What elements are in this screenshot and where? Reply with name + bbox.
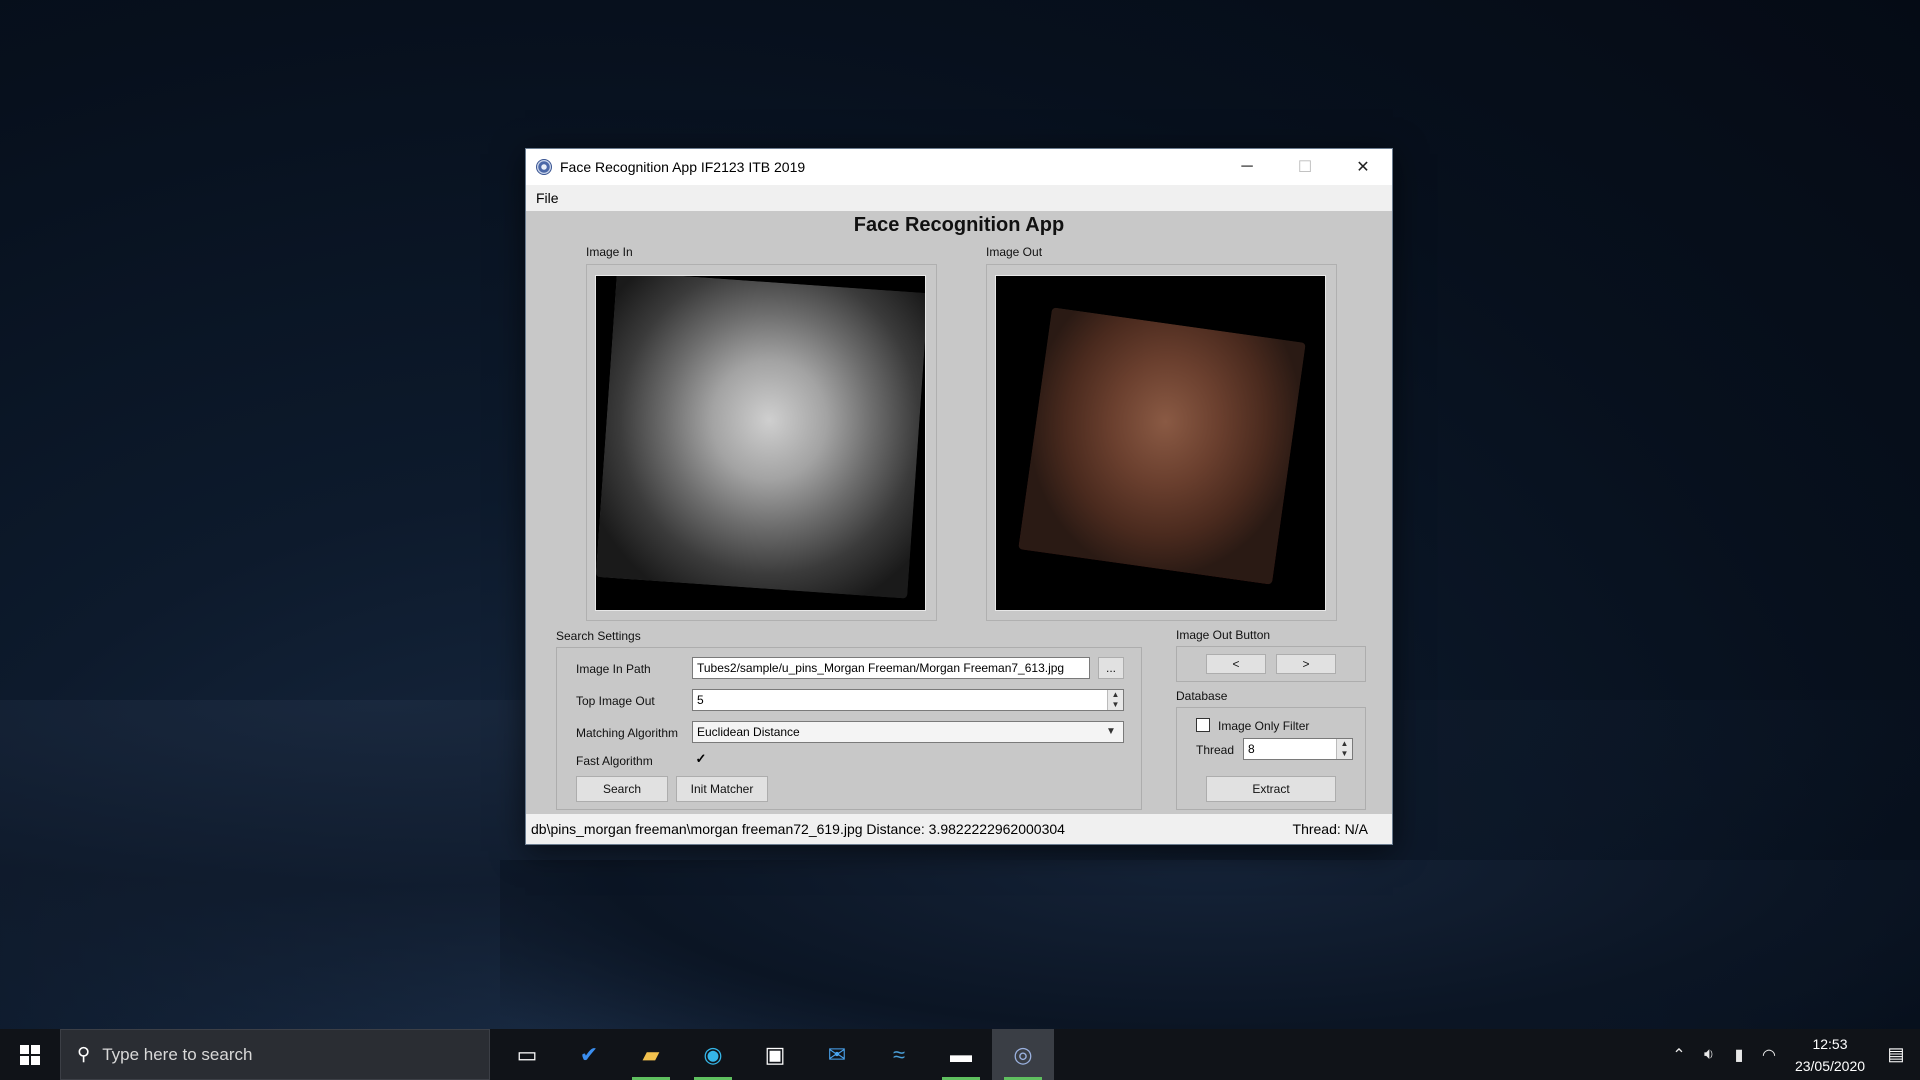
fast-algorithm-label: Fast Algorithm — [576, 754, 653, 768]
top-image-out-spinner[interactable]: ▲ ▼ — [1107, 690, 1123, 710]
matching-algorithm-select[interactable]: Euclidean Distance — [692, 721, 1124, 743]
image-only-filter-label: Image Only Filter — [1218, 719, 1310, 733]
dolphin-icon[interactable]: ≈ — [868, 1029, 930, 1080]
image-out-photo — [1018, 307, 1306, 585]
status-bar: db\pins_morgan freeman\morgan freeman72_… — [526, 814, 1392, 844]
prev-image-button[interactable]: < — [1206, 654, 1266, 674]
spin-down-icon[interactable]: ▼ — [1341, 749, 1349, 759]
status-thread: Thread: N/A — [1292, 821, 1368, 837]
chevron-down-icon[interactable]: ▼ — [1106, 726, 1116, 737]
matching-algorithm-label: Matching Algorithm — [576, 726, 679, 740]
maximize-button[interactable]: ☐ — [1276, 149, 1334, 185]
title-bar[interactable]: Face Recognition App IF2123 ITB 2019 ─ ☐… — [526, 149, 1392, 185]
task-view-icon[interactable]: ▭ — [496, 1029, 558, 1080]
notification-icon[interactable]: ▤ — [1872, 1044, 1920, 1065]
image-in-label: Image In — [586, 245, 633, 259]
image-out-button-panel — [1176, 646, 1366, 682]
window-title: Face Recognition App IF2123 ITB 2019 — [560, 159, 806, 175]
init-matcher-button[interactable]: Init Matcher — [676, 776, 768, 802]
image-in-frame — [586, 264, 937, 621]
volume-icon[interactable]: 🔉︎ — [1694, 1046, 1724, 1064]
mail-icon[interactable]: ✉ — [806, 1029, 868, 1080]
clock-time: 12:53 — [1812, 1035, 1848, 1052]
menu-bar: File — [526, 185, 1392, 211]
next-image-button[interactable]: > — [1276, 654, 1336, 674]
spin-down-icon[interactable]: ▼ — [1112, 700, 1120, 710]
image-out-label: Image Out — [986, 245, 1043, 259]
app-window: Face Recognition App IF2123 ITB 2019 ─ ☐… — [525, 148, 1393, 845]
top-image-out-label: Top Image Out — [576, 694, 655, 708]
status-result: db\pins_morgan freeman\morgan freeman72_… — [531, 821, 1065, 837]
face-app-icon[interactable]: ◎ — [992, 1029, 1054, 1080]
todo-icon[interactable]: ✔ — [558, 1029, 620, 1080]
spin-up-icon[interactable]: ▲ — [1112, 690, 1120, 700]
edge-icon[interactable]: ◉ — [682, 1029, 744, 1080]
main-content: Face Recognition App Image In Image Out … — [526, 211, 1392, 816]
thread-label: Thread — [1196, 743, 1235, 757]
system-tray: ⌃ 🔉︎ ▮ ◠ 12:53 23/05/2020 ▤ — [1664, 1029, 1920, 1080]
taskbar-search[interactable]: ⚲ Type here to search — [60, 1029, 490, 1080]
top-image-out-input[interactable]: 5 — [692, 689, 1124, 711]
app-icon — [536, 159, 552, 175]
clock-date: 23/05/2020 — [1794, 1057, 1866, 1074]
image-out-view — [995, 275, 1326, 611]
terminal-icon[interactable]: ▬ — [930, 1029, 992, 1080]
image-only-filter-checkbox[interactable] — [1196, 718, 1210, 732]
image-in-photo — [596, 276, 925, 599]
extract-button[interactable]: Extract — [1206, 776, 1336, 802]
wifi-icon[interactable]: ◠ — [1754, 1045, 1784, 1065]
start-button[interactable] — [0, 1029, 60, 1080]
image-in-path-label: Image In Path — [576, 662, 651, 676]
image-in-view — [595, 275, 926, 611]
store-icon[interactable]: ▣ — [744, 1029, 806, 1080]
thread-spinner[interactable]: ▲ ▼ — [1336, 739, 1352, 759]
window-controls: ─ ☐ ✕ — [1218, 149, 1392, 185]
windows-logo-icon — [20, 1044, 40, 1065]
chevron-up-icon[interactable]: ⌃ — [1664, 1045, 1694, 1065]
search-settings-title: Search Settings — [556, 629, 641, 643]
database-title: Database — [1176, 689, 1228, 703]
file-explorer-icon[interactable]: ▰ — [620, 1029, 682, 1080]
search-button[interactable]: Search — [576, 776, 668, 802]
taskbar: ⚲ Type here to search ▭ ✔ ▰ ◉ ▣ ✉ ≈ ▬ ◎ … — [0, 1029, 1920, 1080]
image-out-button-title: Image Out Button — [1176, 628, 1271, 642]
minimize-button[interactable]: ─ — [1218, 149, 1276, 185]
browse-button[interactable]: ... — [1098, 657, 1124, 679]
image-in-path-input[interactable]: Tubes2/sample/u_pins_Morgan Freeman/Morg… — [692, 657, 1090, 679]
clock[interactable]: 12:53 23/05/2020 — [1788, 1033, 1872, 1077]
spin-up-icon[interactable]: ▲ — [1341, 739, 1349, 749]
taskbar-apps: ▭ ✔ ▰ ◉ ▣ ✉ ≈ ▬ ◎ — [496, 1029, 1054, 1080]
image-out-frame — [986, 264, 1337, 621]
menu-file[interactable]: File — [536, 190, 559, 206]
search-placeholder: Type here to search — [102, 1044, 253, 1064]
search-icon: ⚲ — [77, 1044, 91, 1064]
battery-icon[interactable]: ▮ — [1724, 1045, 1754, 1065]
close-button[interactable]: ✕ — [1334, 149, 1392, 185]
app-heading: Face Recognition App — [853, 214, 1065, 236]
fast-algorithm-checkbox[interactable]: ✓ — [694, 752, 708, 767]
